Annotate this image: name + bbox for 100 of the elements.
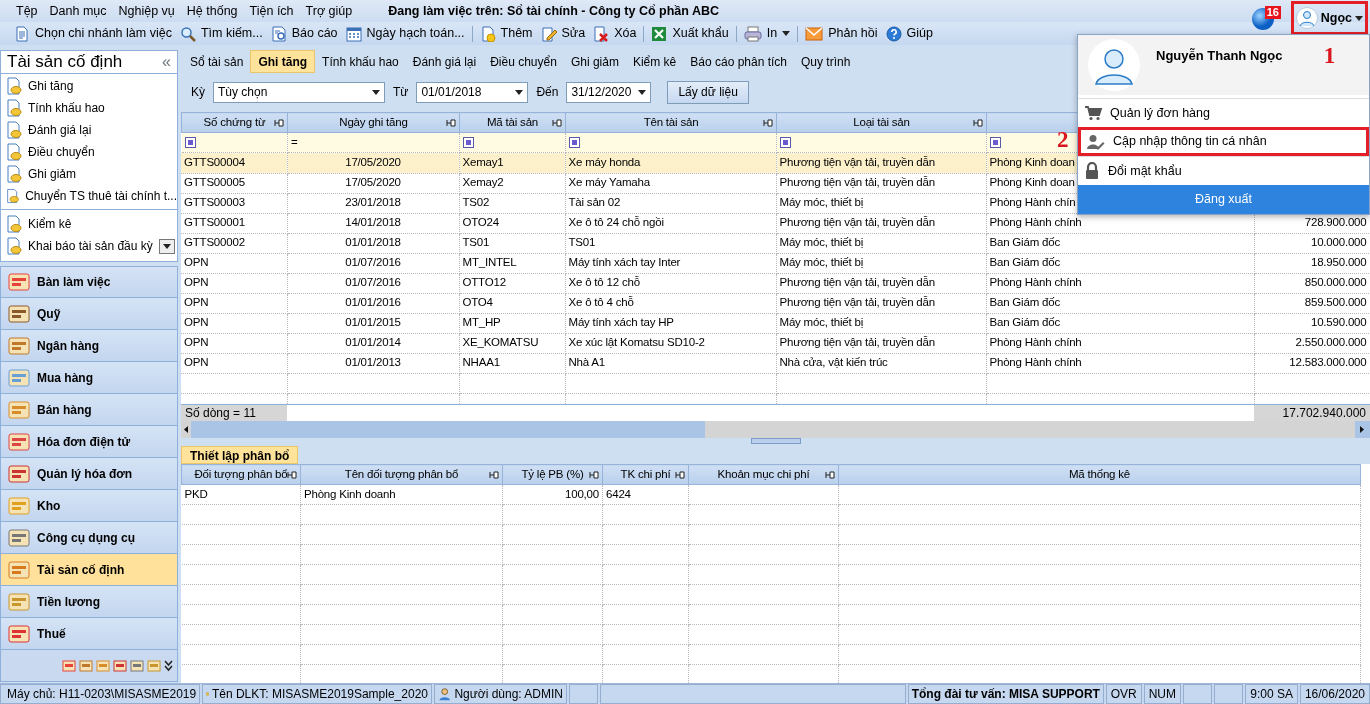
table-row[interactable]: OPN 01/01/2016 OTO4 Xe ô tô 4 chỗ Phương tiện vận tải, truyền dẫn Ban Giám đốc 859.500.000 [181, 293, 1370, 313]
toolbar-button[interactable]: Giúp [881, 22, 937, 45]
pin-icon [763, 117, 773, 128]
column-header[interactable]: Số chứng từ [181, 112, 288, 133]
module-button[interactable]: Bàn làm việc [0, 266, 178, 298]
table-row[interactable]: OPN 01/01/2013 NHAA1 Nhà A1 Nhà cửa, vật kiến trúc Phòng Hành chính 12.583.000.000 [181, 353, 1370, 373]
sidebar-item[interactable]: Ghi tăng [28, 77, 74, 95]
table-row[interactable]: OPN 01/01/2014 XE_KOMATSU Xe xúc lật Komatsu SD10-2 Phương tiện vận tải, truyền dẫn Phòng Hành chính 2.550.000.000 [181, 333, 1370, 353]
table-cell: Máy tính xách tay HP [568, 316, 674, 329]
toolbar-button[interactable]: Chọn chi nhánh làm việc [10, 22, 176, 45]
module-button[interactable]: Tiền lương [0, 586, 178, 618]
table-cell: Xe máy Yamaha [568, 176, 650, 189]
tab[interactable]: Quy trình [794, 50, 858, 73]
column-header[interactable]: Đối tượng phân bổ [181, 464, 301, 485]
menu-item[interactable]: Đổi mật khẩu [1078, 156, 1369, 185]
sidebar-item[interactable]: Khai báo tài sản đầu kỳ [28, 237, 153, 255]
module-button[interactable]: Ngân hàng [0, 330, 178, 362]
date-field[interactable]: 01/01/2018 [416, 81, 529, 103]
module-button[interactable]: Mua hàng [0, 362, 178, 394]
chevron-icon [164, 659, 173, 672]
scroll-down-button[interactable] [159, 238, 175, 254]
toolbar-button[interactable]: Thêm [475, 22, 537, 45]
toolbar-button[interactable]: Tìm kiếm... [175, 22, 267, 45]
menu-item[interactable]: Danh mục [43, 1, 113, 21]
tab[interactable]: Thiết lập phân bổ [181, 446, 299, 464]
toolbar-button[interactable]: Ngày hạch toán... [341, 22, 469, 45]
table-cell: GTTS00005 [184, 176, 245, 189]
tab[interactable]: Ghi tăng [250, 50, 316, 73]
module-button[interactable]: Thuế [0, 618, 178, 650]
table-cell: GTTS00001 [184, 216, 245, 229]
menu-item[interactable]: Nghiệp vụ [112, 1, 181, 21]
tab[interactable]: Báo cáo phân tích [683, 50, 794, 73]
caret-icon [638, 89, 647, 95]
sidebar-item[interactable]: Chuyển TS thuê tài chính t... [25, 187, 177, 205]
tab[interactable]: Kiểm kê [625, 50, 684, 73]
table-cell: Nhà A1 [568, 356, 606, 369]
toolbar-button[interactable]: Xóa [589, 22, 641, 45]
column-header[interactable]: Tên đối tượng phân bổ [300, 464, 503, 485]
column-header[interactable]: Loại tài sản [776, 112, 987, 133]
date-field[interactable]: 31/12/2020 [566, 81, 652, 103]
logout-button[interactable]: Đăng xuất [1078, 185, 1369, 214]
sidebar-item[interactable]: Đánh giá lại [28, 121, 92, 139]
module-button[interactable]: Tài sản cố định [0, 554, 178, 586]
module-button[interactable]: Bán hàng [0, 394, 178, 426]
table-row[interactable]: OPN 01/07/2016 MT_INTEL Máy tính xách tay Inter Máy móc, thiết bị Ban Giám đốc 18.950.000 [181, 253, 1370, 273]
period-dropdown[interactable]: Tùy chọn [213, 81, 385, 103]
document-icon [6, 77, 22, 95]
filter-operator[interactable]: = [291, 135, 298, 148]
tab[interactable]: Đánh giá lại [405, 50, 484, 73]
table-row[interactable]: OPN 01/07/2016 OTTO12 Xe ô tô 12 chỗ Phương tiện vận tải, truyền dẫn Phòng Hành chính 850.000.000 [181, 273, 1370, 293]
table-cell: PKD [184, 487, 208, 500]
tab[interactable]: Ghi giảm [563, 50, 626, 73]
caret-icon [372, 89, 380, 95]
horizontal-scrollbar[interactable] [181, 421, 1370, 438]
column-header[interactable]: Mã thống kê [838, 464, 1361, 485]
column-header[interactable]: Mã tài sản [459, 112, 566, 133]
menu-item[interactable]: Hệ thống [180, 1, 244, 21]
table-row[interactable]: GTTS00002 01/01/2018 TS01 TS01 Máy móc, thiết bị Ban Giám đốc 10.000.000 [181, 233, 1370, 253]
table-cell: 01/07/2016 [345, 276, 401, 289]
new-document-icon [479, 25, 496, 42]
column-header[interactable]: Tỷ lệ PB (%) [502, 464, 603, 485]
table-row[interactable]: OPN 01/01/2015 MT_HP Máy tính xách tay HP Máy móc, thiết bị Ban Giám đốc 10.590.000 [181, 313, 1370, 333]
tab[interactable]: Điều chuyển [483, 50, 564, 73]
load-data-button[interactable]: Lấy dữ liệu [667, 80, 749, 104]
table-cell: Xe ô tô 4 chỗ [568, 296, 634, 309]
column-header[interactable]: Khoản mục chi phí [688, 464, 839, 485]
tab[interactable]: Sổ tài sản [183, 50, 251, 73]
module-button[interactable]: Kho [0, 490, 178, 522]
tab[interactable]: Tính khấu hao [315, 50, 406, 73]
sidebar-item[interactable]: Điều chuyển [28, 143, 95, 161]
sidebar-item[interactable]: Kiểm kê [28, 215, 72, 233]
sidebar-item[interactable]: Ghi giảm [28, 165, 77, 183]
menu-item[interactable]: Tiện ích [243, 1, 300, 21]
module-button[interactable]: Công cụ dụng cụ [0, 522, 178, 554]
filter-icon [780, 137, 791, 149]
toolbar-button[interactable]: Sửa [536, 22, 590, 45]
column-header[interactable]: Ngày ghi tăng [287, 112, 460, 133]
table-cell: Xe ô tô 12 chỗ [568, 276, 640, 289]
table-cell: Phòng Kinh doan [989, 156, 1075, 169]
table-cell: Phòng Hành chín [989, 196, 1076, 209]
toolbar-button[interactable]: Phản hồi [801, 22, 882, 45]
menu-item[interactable]: Quản lý đơn hàng [1078, 98, 1369, 127]
sidebar-item[interactable]: Tính khấu hao [28, 99, 105, 117]
column-header[interactable]: Tên tài sản [565, 112, 777, 133]
table-cell: Ban Giám đốc [989, 236, 1060, 249]
menu-item[interactable]: Tệp [10, 1, 44, 21]
toolbar-button[interactable]: Xuất khẩu [647, 22, 733, 45]
module-button[interactable]: Quỹ [0, 298, 178, 330]
module-button[interactable]: Quản lý hóa đơn [0, 458, 178, 490]
field-label: Đến [536, 84, 559, 101]
table-cell: Phương tiện vận tải, truyền dẫn [779, 336, 935, 349]
toolbar-button[interactable]: In [739, 22, 795, 45]
filter-icon [569, 137, 580, 149]
column-header[interactable]: TK chi phí [602, 464, 689, 485]
collapse-button[interactable]: « [162, 50, 171, 74]
module-button[interactable]: Hóa đơn điện tử [0, 426, 178, 458]
menu-item[interactable]: Trợ giúp [299, 1, 359, 21]
tile-icon [7, 334, 31, 357]
toolbar-button[interactable]: Báo cáo [266, 22, 342, 45]
table-cell: Xe ô tô 24 chỗ ngồi [568, 216, 664, 229]
